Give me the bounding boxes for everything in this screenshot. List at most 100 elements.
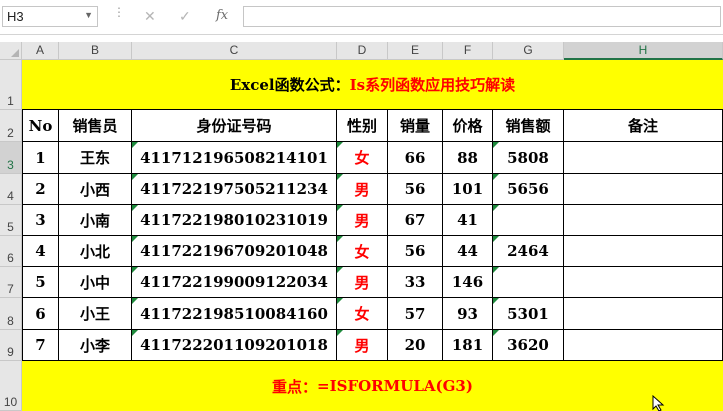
title-cell[interactable]: Excel函数公式： Is系列函数应用技巧解读 [22,60,723,110]
cell-note[interactable] [564,267,723,298]
cell-name[interactable]: 小南 [59,205,132,236]
cell-name[interactable]: 小西 [59,174,132,205]
formula-input[interactable] [243,6,721,27]
row-header-10[interactable]: 10 [0,361,22,411]
cell-id[interactable]: 411722198510084160 [132,298,337,330]
name-box[interactable]: H3 ▼ [2,6,98,27]
cell-no[interactable]: 1 [22,142,59,174]
cell-value: 44 [457,242,478,260]
row-number: 6 [7,251,14,265]
header-cell-qty[interactable]: 销量 [388,110,443,142]
cell-value: 411722197505211234 [140,180,328,198]
cell-price[interactable]: 146 [443,267,493,298]
header-cell-gender[interactable]: 性别 [337,110,388,142]
cell-sales[interactable]: 3620 [493,330,564,361]
cell-sales[interactable]: 5301 [493,298,564,330]
header-cell-name[interactable]: 销售员 [59,110,132,142]
cell-note[interactable] [564,298,723,330]
cell-sales[interactable]: 5808 [493,142,564,174]
cell-note[interactable] [564,236,723,267]
cell-note[interactable] [564,205,723,236]
cell-no[interactable]: 7 [22,330,59,361]
row-header-2[interactable]: 2 [0,110,22,142]
cell-no[interactable]: 4 [22,236,59,267]
cell-price[interactable]: 44 [443,236,493,267]
cell-sales[interactable] [493,205,564,236]
row-header-6[interactable]: 6 [0,236,22,267]
cell-name[interactable]: 小北 [59,236,132,267]
cell-qty[interactable]: 20 [388,330,443,361]
cell-note[interactable] [564,142,723,174]
cell-name[interactable]: 小中 [59,267,132,298]
cell-name[interactable]: 小王 [59,298,132,330]
cell-value: 56 [404,180,426,198]
cell-value: 5301 [507,304,549,323]
cancel-icon[interactable]: ✕ [144,8,156,25]
cell-gender[interactable]: 女 [337,298,388,330]
footer-cell[interactable]: 重点： =ISFORMULA(G3) [22,361,723,411]
cell-qty[interactable]: 56 [388,174,443,205]
header-cell-no[interactable]: No [22,110,59,142]
cell-price[interactable]: 41 [443,205,493,236]
cell-no[interactable]: 6 [22,298,59,330]
cell-gender[interactable]: 男 [337,330,388,361]
cell-no[interactable]: 3 [22,205,59,236]
cell-gender[interactable]: 女 [337,236,388,267]
column-header-a[interactable]: A [22,42,59,60]
cell-id[interactable]: 411722198010231019 [132,205,337,236]
cell-id[interactable]: 411722197505211234 [132,174,337,205]
row-header-4[interactable]: 4 [0,174,22,205]
cell-name[interactable]: 小李 [59,330,132,361]
header-cell-price[interactable]: 价格 [443,110,493,142]
header-cell-sales[interactable]: 销售额 [493,110,564,142]
cell-qty[interactable]: 57 [388,298,443,330]
select-all-corner[interactable] [0,42,22,60]
cell-sales[interactable]: 5656 [493,174,564,205]
cell-no[interactable]: 2 [22,174,59,205]
cell-qty[interactable]: 33 [388,267,443,298]
cell-id[interactable]: 411722196709201048 [132,236,337,267]
cell-value: 2464 [507,242,549,260]
row-header-7[interactable]: 7 [0,267,22,298]
cell-price[interactable]: 88 [443,142,493,174]
column-header-f[interactable]: F [443,42,493,60]
row-header-5[interactable]: 5 [0,205,22,236]
cell-gender[interactable]: 男 [337,267,388,298]
enter-icon[interactable]: ✓ [179,8,191,25]
header-cell-id[interactable]: 身份证号码 [132,110,337,142]
cell-sales[interactable] [493,267,564,298]
column-header-e[interactable]: E [388,42,443,60]
column-header-b[interactable]: B [59,42,132,60]
cell-price[interactable]: 93 [443,298,493,330]
column-header-h[interactable]: H [564,42,723,60]
cell-qty[interactable]: 67 [388,205,443,236]
column-header-c[interactable]: C [132,42,337,60]
cell-name[interactable]: 王东 [59,142,132,174]
row-header-3[interactable]: 3 [0,142,22,174]
row-header-8[interactable]: 8 [0,298,22,330]
column-header-d[interactable]: D [337,42,388,60]
row-header-1[interactable]: 1 [0,60,22,110]
cell-id[interactable]: 411722199009122034 [132,267,337,298]
cell-qty[interactable]: 56 [388,236,443,267]
cell-sales[interactable]: 2464 [493,236,564,267]
cell-note[interactable] [564,330,723,361]
row-header-9[interactable]: 9 [0,330,22,361]
cell-id[interactable]: 411722201109201018 [132,330,337,361]
cell-note[interactable] [564,174,723,205]
cell-no[interactable]: 5 [22,267,59,298]
cell-gender[interactable]: 男 [337,174,388,205]
insert-function-icon[interactable]: fx [216,8,228,23]
cell-id[interactable]: 41171219650821410​1 [132,142,337,174]
header-cell-note[interactable]: 备注 [564,110,723,142]
cell-gender[interactable]: 男 [337,205,388,236]
cell-qty[interactable]: 66 [388,142,443,174]
chevron-down-icon[interactable]: ▼ [84,10,93,20]
cell-price[interactable]: 101 [443,174,493,205]
cell-gender[interactable]: 女 [337,142,388,174]
cell-price[interactable]: 181 [443,330,493,361]
header-label: 销售员 [72,117,118,135]
cell-value: 7 [35,336,46,354]
column-header-g[interactable]: G [493,42,564,60]
more-options-icon[interactable]: ⋮ [113,6,125,18]
